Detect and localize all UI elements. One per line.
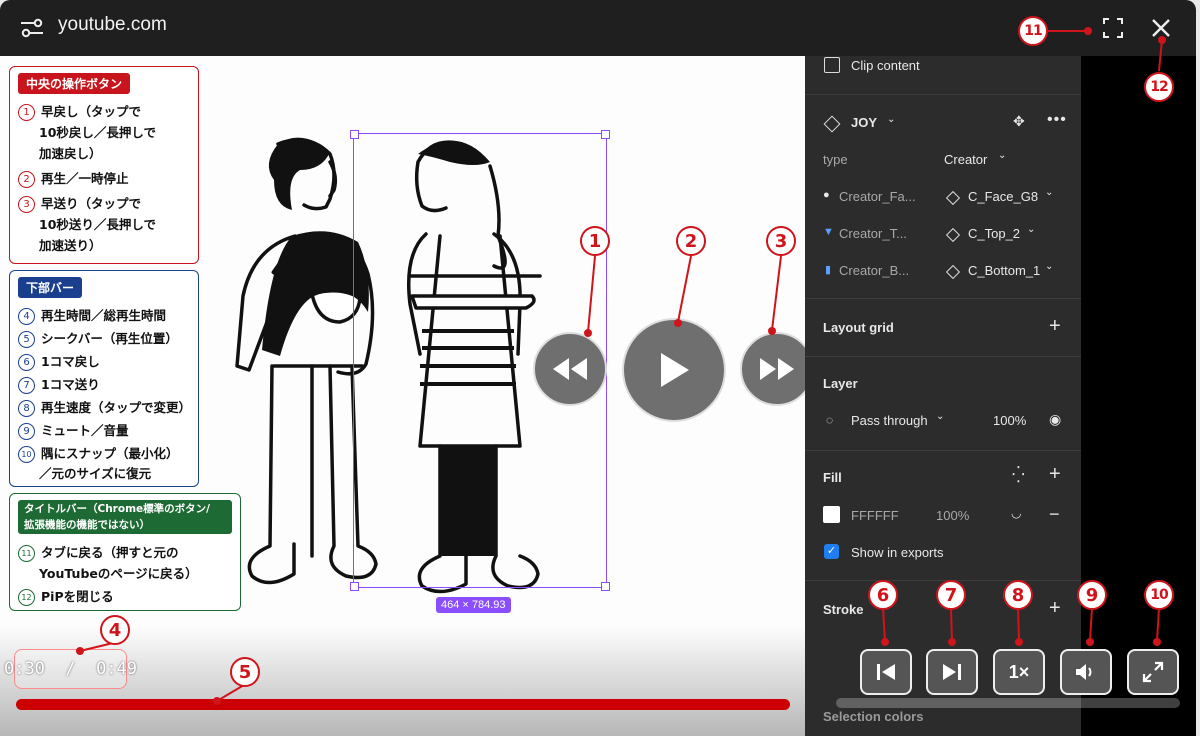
callout-12: 12	[1144, 72, 1174, 102]
callout-9: 9	[1077, 580, 1107, 610]
callout-11: 11	[1018, 16, 1048, 46]
callout-7: 7	[936, 580, 966, 610]
callout-4: 4	[100, 615, 130, 645]
callout-8: 8	[1003, 580, 1033, 610]
callout-3: 3	[766, 226, 796, 256]
callout-6: 6	[868, 580, 898, 610]
callout-10: 10	[1144, 580, 1174, 610]
pip-window: youtube.com 464 × 784.93 0:30 / 0:49 Cli…	[0, 0, 1196, 736]
callout-lines	[76, 27, 1166, 705]
callout-5: 5	[230, 657, 260, 687]
callout-1: 1	[580, 226, 610, 256]
callout-2: 2	[676, 226, 706, 256]
